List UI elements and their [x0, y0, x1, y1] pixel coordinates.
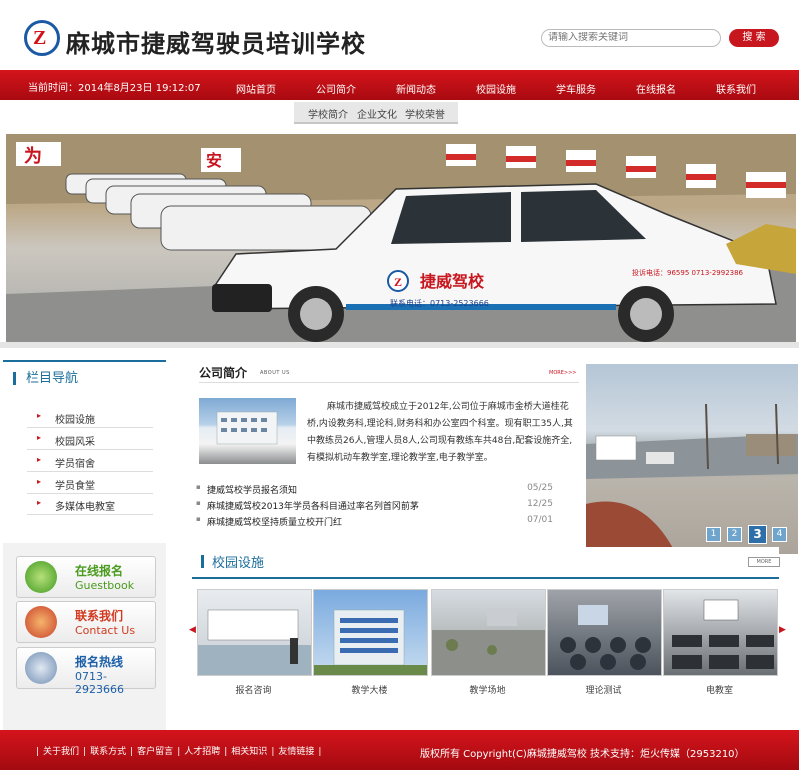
gallery-photo-building[interactable] — [313, 589, 428, 676]
sidebar-item-dormitory[interactable]: ▸ 学员宿舍 — [27, 451, 153, 472]
signup-icon — [25, 561, 57, 593]
site-title: 麻城市捷威驾驶员培训学校 — [66, 31, 366, 58]
gallery-caption: 电教室 — [705, 686, 733, 696]
sidebar-item-facilities[interactable]: ▸ 校园设施 — [27, 407, 153, 428]
copyright: 版权所有 Copyright(C)麻城捷威驾校 技术支持：炬火传媒（295321… — [420, 749, 745, 760]
nav-services[interactable]: 学车服务 — [556, 81, 596, 96]
footer-link-about[interactable]: 关于我们 — [43, 747, 79, 757]
banner-sign-text2: 安 — [206, 151, 222, 170]
about-more-link[interactable]: MORE>>> — [549, 370, 576, 376]
arrow-icon: ▸ — [37, 455, 42, 464]
sub-nav: 学校简介 企业文化 学校荣誉 — [294, 102, 458, 124]
about-subtitle: ABOUT US — [260, 370, 290, 376]
gallery-prev-icon[interactable]: ◀ — [189, 625, 196, 635]
promo-hotline[interactable]: 报名热线 0713-2923666 — [16, 647, 156, 696]
gallery-caption: 教学场地 — [469, 686, 506, 696]
gallery-caption: 报名咨询 — [235, 686, 272, 696]
sidebar-item-campus-style[interactable]: ▸ 校园风采 — [27, 429, 153, 450]
sidebar-list: ▸ 校园设施 ▸ 校园风采 ▸ 学员宿舍 ▸ 学员食堂 ▸ 多媒体电教室 — [3, 393, 166, 543]
nav-contact[interactable]: 联系我们 — [716, 81, 756, 96]
nav-signup[interactable]: 在线报名 — [636, 81, 676, 96]
arrow-icon: ▸ — [37, 411, 42, 420]
about-photo — [199, 398, 296, 464]
current-datetime: 当前时间：2014年8月23日 19:12:07 — [28, 83, 201, 94]
campus-more-link[interactable]: MORE — [748, 557, 780, 567]
banner-sign-text: 为 — [24, 145, 42, 167]
slide-page-4[interactable]: 4 — [772, 527, 787, 542]
news-item[interactable]: ▪ 麻城捷威驾校坚持质量立校开门红 07/01 — [196, 514, 553, 530]
search-input[interactable] — [548, 32, 713, 43]
about-divider — [199, 382, 579, 383]
footer-link-messages[interactable]: 客户留言 — [137, 747, 173, 757]
search-button[interactable]: 搜 索 — [729, 29, 779, 47]
book-icon — [25, 606, 57, 638]
gallery-photo-classroom[interactable] — [663, 589, 778, 676]
search-box — [541, 29, 721, 47]
campus-title-bar — [201, 555, 204, 568]
banner-divider — [0, 342, 799, 348]
slide-page-1[interactable]: 1 — [706, 527, 721, 542]
campus-header — [192, 547, 779, 579]
car-phone-text: 联系电话：0713-2523666 — [390, 298, 489, 308]
hero-banner: Z 捷威驾校 联系电话：0713-2523666 投诉电话：96595 0713… — [6, 134, 796, 342]
car-brand-text: 捷威驾校 — [420, 272, 485, 291]
gallery-next-icon[interactable]: ▶ — [779, 625, 786, 635]
campus-title: 校园设施 — [212, 556, 265, 571]
footer-link-knowledge[interactable]: 相关知识 — [231, 747, 267, 757]
footer-link-jobs[interactable]: 人才招聘 — [184, 747, 220, 757]
slide-page-2[interactable]: 2 — [727, 527, 742, 542]
sidebar-item-multimedia[interactable]: ▸ 多媒体电教室 — [27, 494, 153, 515]
subnav-honors[interactable]: 学校荣誉 — [405, 106, 445, 121]
car-side-phone-text: 投诉电话：96595 0713-2992386 — [632, 268, 744, 277]
svg-text:Z: Z — [394, 275, 402, 289]
arrow-icon: ▸ — [37, 498, 42, 507]
gallery-photo-theory-test[interactable] — [547, 589, 662, 676]
news-item[interactable]: ▪ 捷威驾校学员报名须知 05/25 — [196, 482, 553, 498]
nav-about[interactable]: 公司简介 — [316, 81, 356, 96]
footer-links: | 关于我们 | 联系方式 | 客户留言 | 人才招聘 | 相关知识 | 友情链接 | — [36, 747, 322, 757]
banner-photo: Z 捷威驾校 联系电话：0713-2523666 投诉电话：96595 0713… — [6, 134, 796, 342]
subnav-culture[interactable]: 企业文化 — [357, 106, 397, 121]
about-title: 公司简介 — [199, 366, 248, 380]
person-icon — [25, 652, 57, 684]
footer-link-contact[interactable]: 联系方式 — [90, 747, 126, 757]
footer-link-friends[interactable]: 友情链接 — [278, 747, 314, 757]
arrow-icon: ▸ — [37, 477, 42, 486]
sidebar-title: 栏目导航 — [26, 371, 79, 386]
main-nav: 当前时间：2014年8月23日 19:12:07 网站首页 公司简介 新闻动态 … — [0, 70, 799, 100]
promo-contact[interactable]: 联系我们 Contact Us — [16, 601, 156, 643]
sidebar-item-canteen[interactable]: ▸ 学员食堂 — [27, 473, 153, 494]
nav-home[interactable]: 网站首页 — [236, 81, 276, 96]
gallery-caption: 理论测试 — [585, 686, 622, 696]
school-logo[interactable]: Z — [24, 20, 60, 56]
gallery-caption: 教学大楼 — [351, 686, 388, 696]
gallery-photo-field[interactable] — [431, 589, 546, 676]
gallery-photo-consult[interactable] — [197, 589, 312, 676]
subnav-intro[interactable]: 学校简介 — [308, 106, 348, 121]
slide-page-3-active[interactable]: 3 — [748, 525, 767, 544]
news-item[interactable]: ▪ 麻城捷威驾校2013年学员各科目通过率名列首冈前茅 12/25 — [196, 498, 553, 514]
nav-facilities[interactable]: 校园设施 — [476, 81, 516, 96]
nav-news[interactable]: 新闻动态 — [396, 81, 436, 96]
promo-signup[interactable]: 在线报名 Guestbook — [16, 556, 156, 598]
about-text: 麻城市捷威驾校成立于2012年,公司位于麻城市金桥大道桂花桥,内设教务科,理论科… — [307, 402, 573, 463]
arrow-icon: ▸ — [37, 433, 42, 442]
